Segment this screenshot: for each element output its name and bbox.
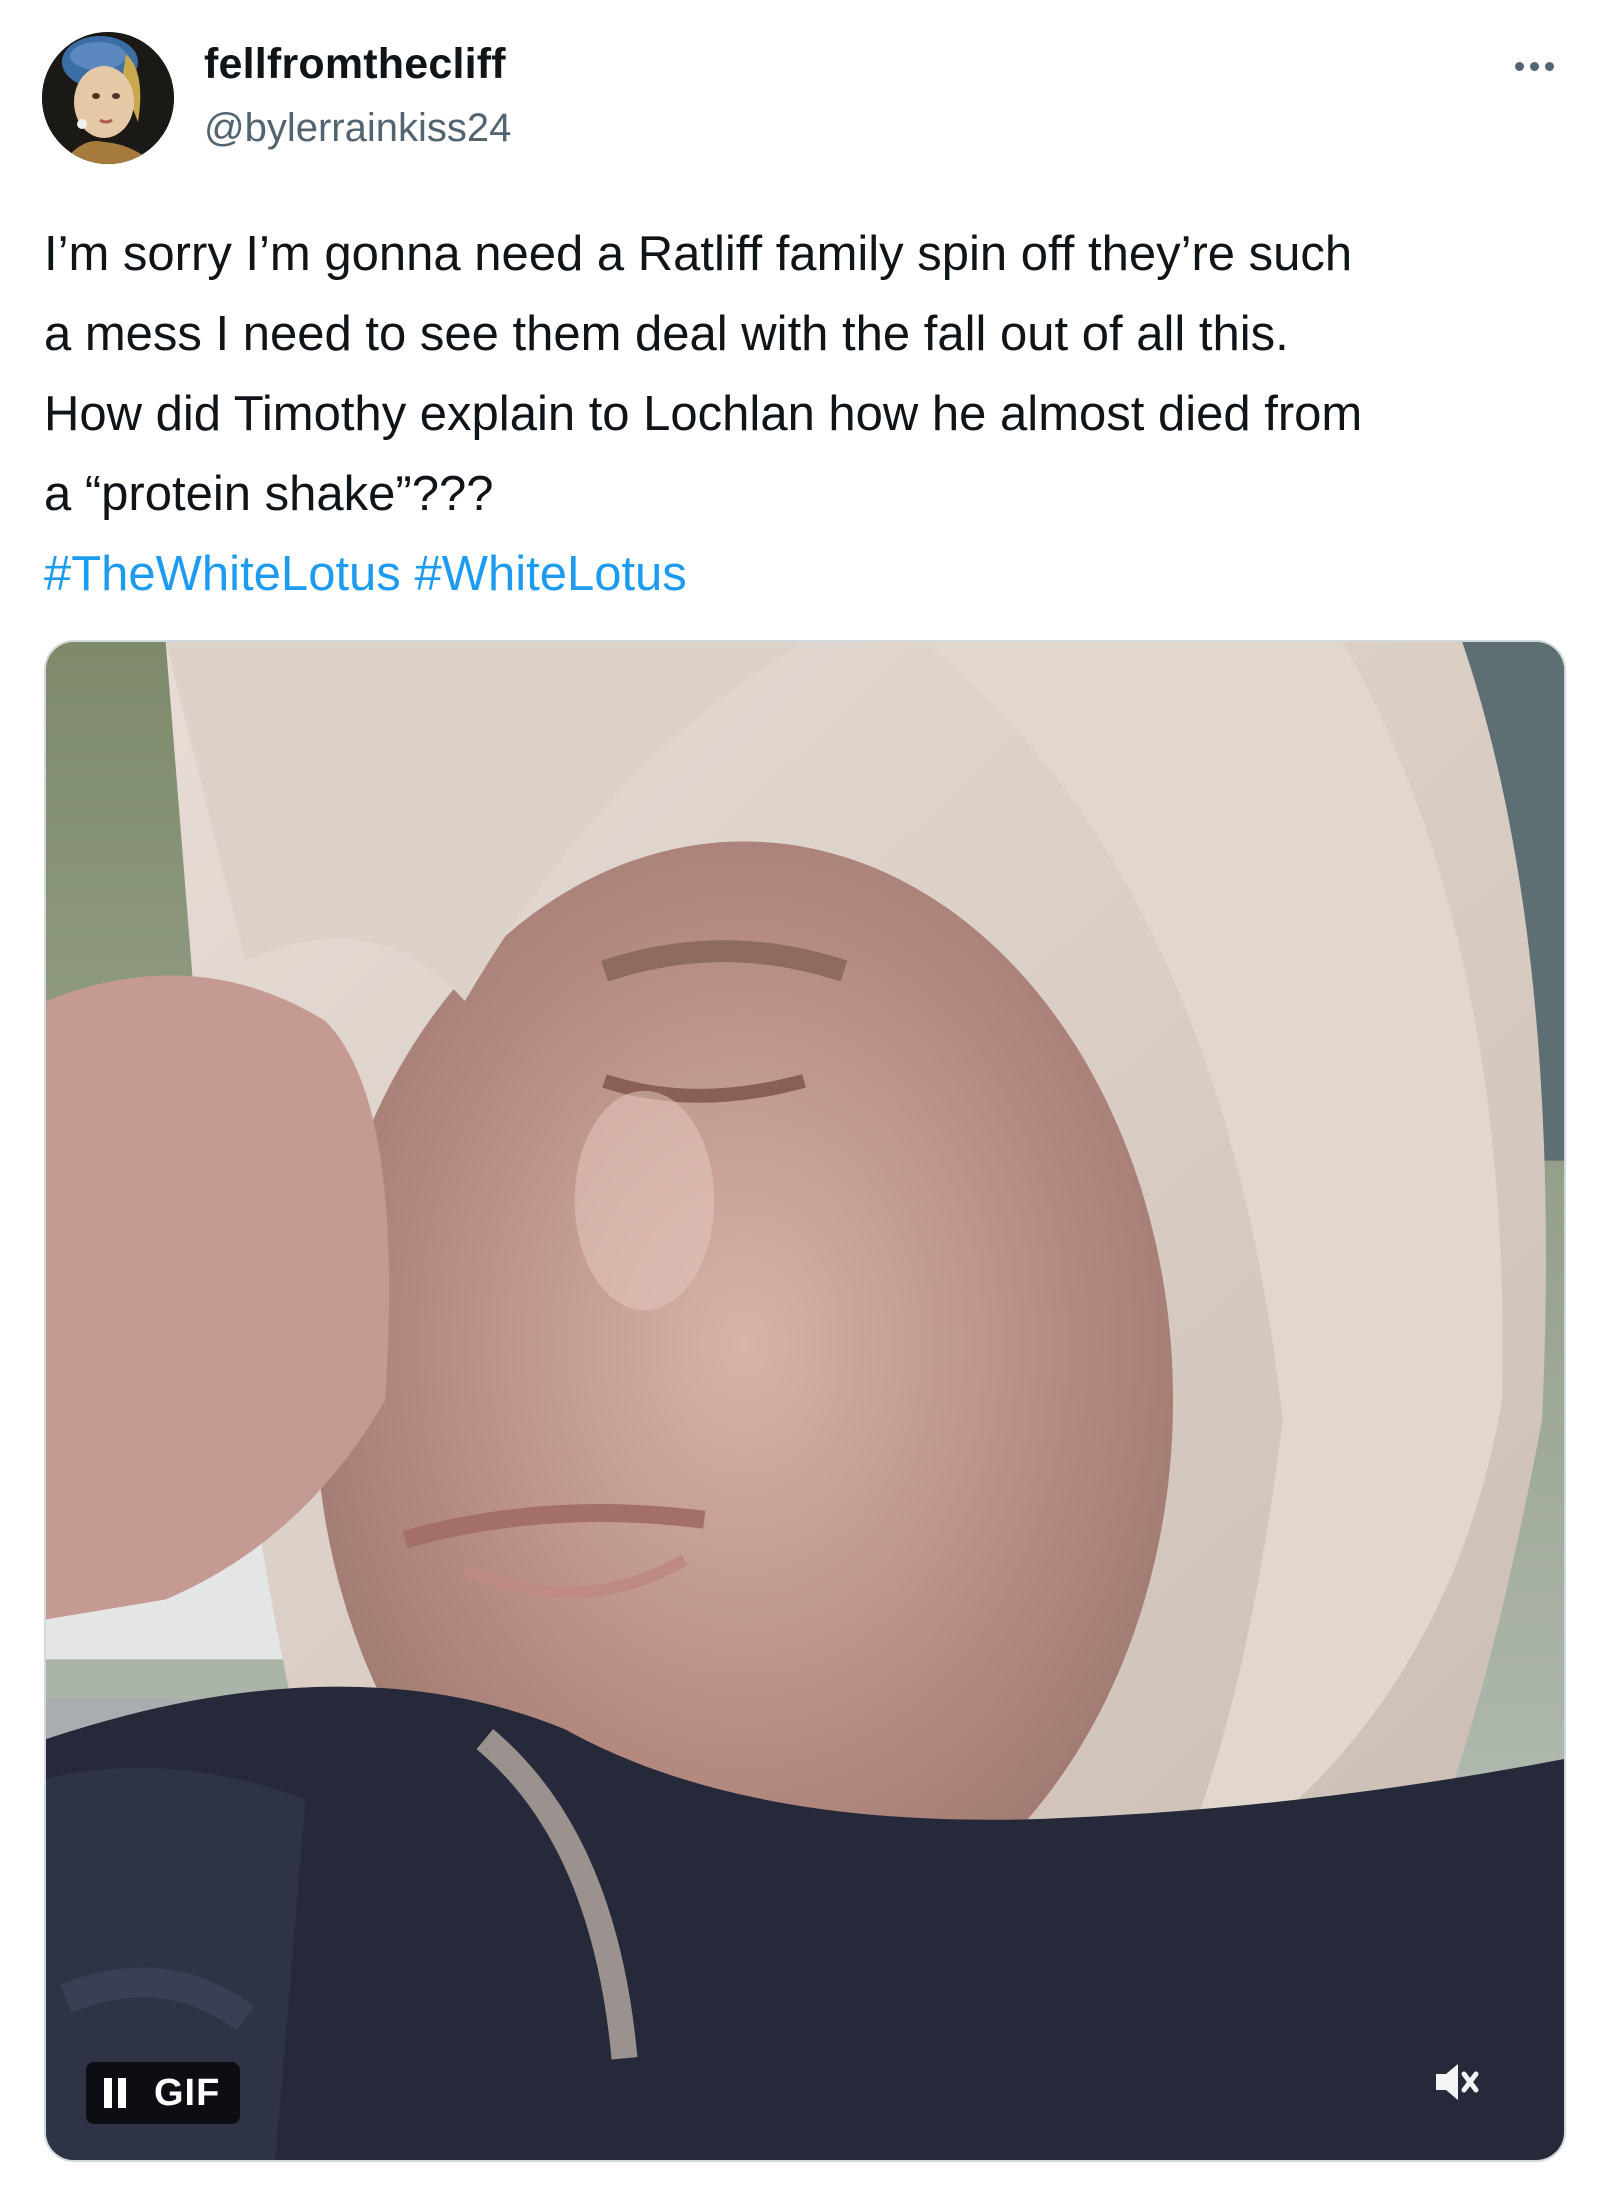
gif-media[interactable]: GIF <box>44 640 1566 2162</box>
hashtag-link-whitelotus[interactable]: #WhiteLotus <box>414 547 686 601</box>
more-horizontal-icon-dot <box>1544 61 1554 71</box>
speaker-muted-icon[interactable] <box>1428 2054 1484 2110</box>
pause-icon[interactable] <box>104 2078 132 2108</box>
hashtag-link-thewhitelotus[interactable]: #TheWhiteLotus <box>44 547 401 601</box>
gif-frame-image <box>46 642 1564 2160</box>
more-options-button[interactable] <box>1502 42 1566 90</box>
gif-badge: GIF <box>154 2071 221 2114</box>
display-name[interactable]: fellfromthecliff <box>204 40 506 89</box>
tweet-card: fellfromthecliff @bylerrainkiss24 I’m so… <box>0 0 1600 2191</box>
tweet-text-line: a “protein shake”??? <box>44 467 494 521</box>
avatar[interactable] <box>42 32 174 164</box>
tweet-text-line: I’m sorry I’m gonna need a Ratliff famil… <box>44 227 1353 281</box>
tweet-text-line: How did Timothy explain to Lochlan how h… <box>44 387 1363 441</box>
tweet-text: I’m sorry I’m gonna need a Ratliff famil… <box>44 214 1564 614</box>
tweet-text-line: a mess I need to see them deal with the … <box>44 307 1289 361</box>
more-horizontal-icon <box>1514 61 1524 71</box>
gif-controls: GIF <box>86 2062 241 2124</box>
more-horizontal-icon-dot <box>1529 61 1539 71</box>
user-handle[interactable]: @bylerrainkiss24 <box>204 106 511 151</box>
avatar-image <box>42 32 174 164</box>
hashtag-line: #TheWhiteLotus #WhiteLotus <box>44 534 1564 614</box>
